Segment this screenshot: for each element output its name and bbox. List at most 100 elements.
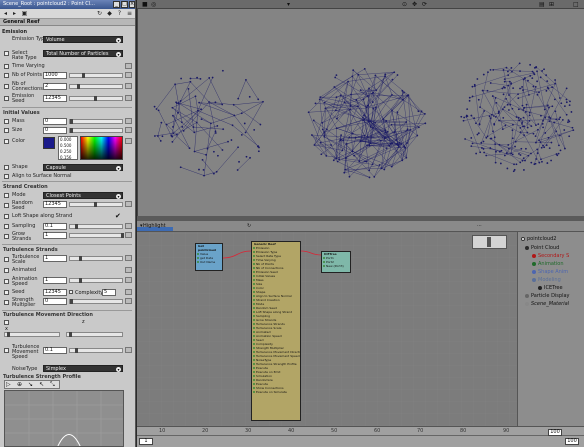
highlight-label[interactable]: Highlight: [143, 223, 166, 229]
grow-field[interactable]: 1: [43, 232, 67, 239]
icetree-node[interactable]: ICETree Port1 Port2 New (Port3): [321, 251, 351, 273]
color-swatch[interactable]: [43, 137, 55, 149]
slider-thumb[interactable]: [70, 299, 73, 304]
mass-slider[interactable]: [69, 119, 123, 124]
compound-port[interactable]: Execute on Simulate: [252, 390, 300, 394]
menu-icon[interactable]: ≡: [125, 10, 134, 18]
collapse-icon[interactable]: [521, 236, 525, 241]
color-picker-gradient[interactable]: [80, 136, 123, 160]
mass-checkbox[interactable]: [4, 119, 9, 124]
help-icon[interactable]: ?: [115, 10, 124, 18]
animate-icon[interactable]: [125, 347, 132, 353]
animate-icon[interactable]: [125, 298, 132, 304]
animate-icon[interactable]: [125, 63, 132, 69]
camera-icon[interactable]: ◎: [151, 1, 156, 8]
timeline-end-field[interactable]: 100: [548, 429, 562, 436]
explorer-item-shape-anim[interactable]: Shape Anim: [532, 269, 568, 275]
grow-checkbox[interactable]: [4, 234, 9, 239]
animate-icon[interactable]: [125, 83, 132, 89]
viewport-top[interactable]: [137, 0, 584, 216]
seed-field[interactable]: 12345: [43, 289, 67, 296]
compound-node-generic-reef[interactable]: Generic Reef Emission Emission Type Select…: [251, 241, 301, 421]
emission-type-dropdown[interactable]: Volume ▾: [43, 36, 123, 43]
refresh-ice-icon[interactable]: ↻: [247, 223, 251, 229]
loft-checkbox[interactable]: [4, 214, 9, 219]
direction-z-slider[interactable]: [66, 332, 123, 337]
explorer-item-material[interactable]: Scene_Material: [525, 301, 569, 307]
key-tool-icon[interactable]: ↖: [39, 381, 44, 388]
refresh-icon[interactable]: ↻: [95, 10, 104, 18]
nb-points-field[interactable]: 1000: [43, 72, 67, 79]
explorer-item-icetree[interactable]: ICETree: [538, 285, 563, 291]
slider-thumb[interactable]: [75, 224, 78, 229]
slider-thumb[interactable]: [94, 96, 97, 101]
explorer-item-point-cloud[interactable]: Point Cloud: [525, 245, 559, 251]
animate-icon[interactable]: [125, 72, 132, 78]
explorer-item-secondary[interactable]: Secondary S: [532, 253, 569, 259]
nb-points-slider[interactable]: [69, 73, 123, 78]
mode-dropdown[interactable]: Closest Points ▾: [43, 192, 123, 199]
nb-connections-checkbox[interactable]: [4, 84, 9, 89]
pan-icon[interactable]: ✥: [412, 1, 417, 8]
noise-type-dropdown[interactable]: Simplex ▾: [43, 365, 123, 372]
zoom-tool-icon[interactable]: ⊕: [17, 381, 22, 388]
sampling-field[interactable]: 0.1: [43, 223, 67, 230]
size-field[interactable]: 0: [43, 127, 67, 134]
animate-icon[interactable]: [125, 95, 132, 101]
layout-icon[interactable]: ▤: [539, 1, 545, 8]
color-checkbox[interactable]: [4, 139, 9, 144]
node-port[interactable]: New (Port3): [322, 264, 350, 268]
anim-speed-checkbox[interactable]: [4, 279, 9, 284]
slider-thumb[interactable]: [70, 128, 73, 133]
timeline-end-field-b[interactable]: 100: [565, 438, 579, 445]
strength-checkbox[interactable]: [4, 300, 9, 305]
viewport-menu-icon[interactable]: ■: [142, 1, 148, 8]
ice-options-icon[interactable]: ⋯: [477, 223, 482, 229]
animate-icon[interactable]: [125, 223, 132, 229]
random-seed-slider[interactable]: [69, 202, 123, 207]
maximize-icon[interactable]: □: [121, 1, 128, 8]
grid-icon[interactable]: ⊞: [549, 1, 554, 8]
explorer-item-particle-display[interactable]: Particle Display: [525, 293, 570, 299]
mass-field[interactable]: 0: [43, 118, 67, 125]
seed-checkbox[interactable]: [4, 290, 9, 295]
select-rate-checkbox[interactable]: [4, 51, 9, 56]
animate-icon[interactable]: [125, 127, 132, 133]
turbulence-scale-field[interactable]: 1: [43, 255, 67, 262]
animate-icon[interactable]: [125, 289, 132, 295]
slider-thumb[interactable]: [94, 202, 97, 207]
animate-icon[interactable]: [125, 277, 132, 283]
zoom-icon[interactable]: ⊙: [402, 1, 407, 8]
turbulence-scale-slider[interactable]: [69, 256, 123, 261]
property-tab-row[interactable]: General Reef: [0, 19, 135, 26]
select-rate-dropdown[interactable]: Total Number of Particles ▾: [43, 50, 123, 57]
slider-thumb[interactable]: [79, 256, 82, 261]
turbulence-scale-checkbox[interactable]: [4, 257, 9, 262]
strength-slider[interactable]: [69, 299, 123, 304]
slider-thumb[interactable]: [70, 119, 73, 124]
anim-speed-field[interactable]: 1: [43, 277, 67, 284]
size-checkbox[interactable]: [4, 128, 9, 133]
slider-thumb[interactable]: [77, 84, 80, 89]
slider-thumb[interactable]: [69, 332, 72, 337]
animate-icon[interactable]: [125, 255, 132, 261]
direction-checkbox[interactable]: [4, 320, 9, 325]
minimize-icon[interactable]: _: [113, 1, 120, 8]
orbit-icon[interactable]: ⟳: [422, 1, 427, 8]
animate-icon[interactable]: [125, 201, 132, 207]
nb-connections-slider[interactable]: [69, 84, 123, 89]
emission-seed-field[interactable]: 12345: [43, 95, 67, 102]
property-title-bar[interactable]: Scene_Root : pointcloud2 : Point Cl... _…: [0, 0, 135, 9]
lock-icon[interactable]: ▣: [20, 10, 29, 18]
get-node[interactable]: Get pointcloud Value get Data Out Name: [195, 243, 223, 271]
explorer-item-pointcloud[interactable]: pointcloud2: [521, 236, 556, 242]
grow-slider[interactable]: [69, 233, 124, 238]
mode-checkbox[interactable]: [4, 193, 9, 198]
emission-seed-slider[interactable]: [69, 96, 123, 101]
maximize-viewport-icon[interactable]: □: [573, 1, 579, 8]
color-values[interactable]: 0.000 0.500 0.250 0.156: [58, 136, 78, 160]
timeline[interactable]: 10 20 30 40 50 60 70 80 90 1 100 100: [137, 426, 584, 447]
slider-thumb[interactable]: [75, 348, 78, 353]
slider-thumb[interactable]: [121, 233, 124, 238]
complexity-checkbox[interactable]: [69, 290, 73, 294]
